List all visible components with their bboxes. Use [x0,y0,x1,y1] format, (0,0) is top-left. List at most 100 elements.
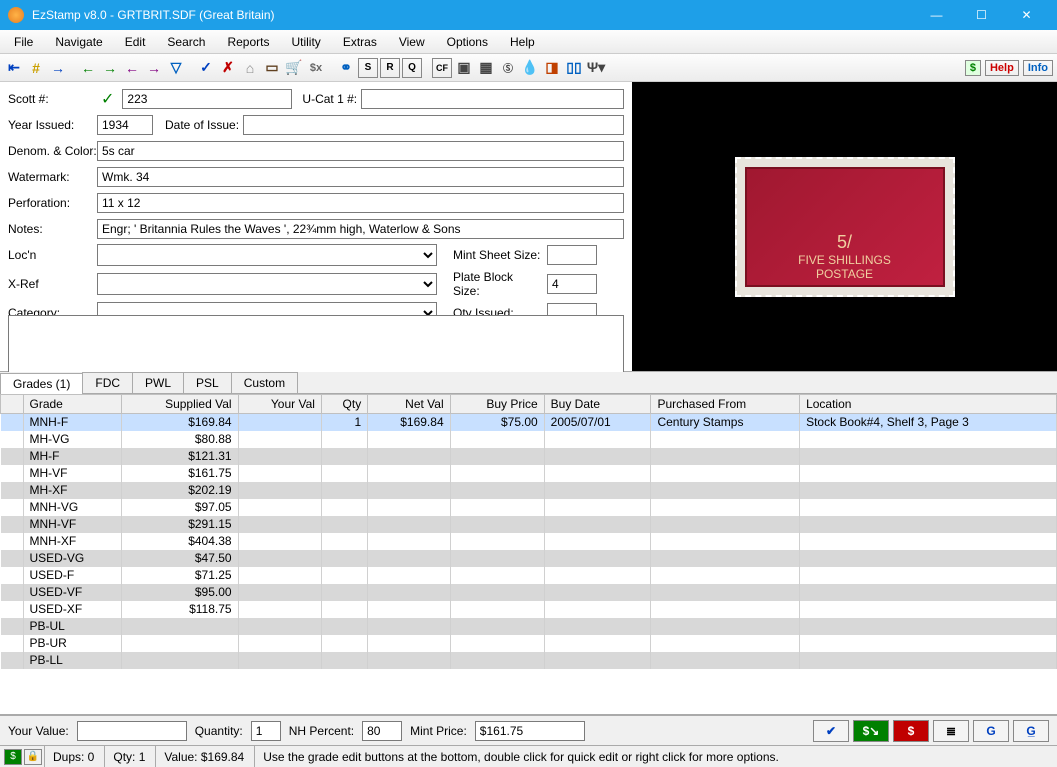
menu-options[interactable]: Options [437,32,498,52]
menu-extras[interactable]: Extras [333,32,387,52]
drop-icon[interactable]: 💧 [520,58,540,78]
stats-icon[interactable]: Ⓢ [498,58,518,78]
add-green-button[interactable]: $↘ [853,720,889,742]
locn-select[interactable] [97,244,437,266]
g2-button[interactable]: G̲ [1013,720,1049,742]
table-row[interactable]: USED-XF$118.75 [1,601,1057,618]
nav-next-purple-icon[interactable]: → [144,58,164,78]
tab-psl[interactable]: PSL [183,372,232,393]
col-buy-price[interactable]: Buy Price [450,395,544,414]
mint-price-input[interactable] [475,721,585,741]
grid-icon[interactable]: ▦ [476,58,496,78]
menu-utility[interactable]: Utility [281,32,330,52]
table-row[interactable]: MNH-VF$291.15 [1,516,1057,533]
minimize-button[interactable]: — [914,0,959,30]
nav-scott-icon[interactable]: # [26,58,46,78]
table-row[interactable]: USED-VG$47.50 [1,550,1057,567]
nav-next-icon[interactable]: → [48,58,68,78]
pbs-input[interactable] [547,274,597,294]
columns-icon[interactable]: ▯▯ [564,58,584,78]
menu-search[interactable]: Search [157,32,215,52]
confirm-button[interactable]: ✔ [813,720,849,742]
dollar-icon[interactable]: $x [306,58,326,78]
table-row[interactable]: PB-LL [1,652,1057,669]
your-value-input[interactable] [77,721,187,741]
denom-input[interactable] [97,141,624,161]
table-row[interactable]: MH-XF$202.19 [1,482,1057,499]
col-grade[interactable]: Grade [23,395,122,414]
ucat-input[interactable] [361,89,624,109]
check-icon[interactable]: ✓ [196,58,216,78]
col-location[interactable]: Location [800,395,1057,414]
delete-icon[interactable]: ✗ [218,58,238,78]
notes-input[interactable] [97,219,624,239]
quantity-input[interactable] [251,721,281,741]
col-your-val[interactable]: Your Val [238,395,321,414]
col-purchased-from[interactable]: Purchased From [651,395,800,414]
col-qty[interactable]: Qty [321,395,367,414]
table-row[interactable]: PB-UL [1,618,1057,635]
r-button-icon[interactable]: R [380,58,400,78]
maximize-button[interactable]: ☐ [959,0,1004,30]
nav-next-green-icon[interactable]: → [100,58,120,78]
tab-pwl[interactable]: PWL [132,372,184,393]
currency-button[interactable]: $ [965,60,981,76]
scott-input[interactable] [122,89,292,109]
menu-reports[interactable]: Reports [217,32,279,52]
table-row[interactable]: MH-VF$161.75 [1,465,1057,482]
col-buy-date[interactable]: Buy Date [544,395,651,414]
status-lock-icon[interactable]: 🔒 [24,749,42,765]
s-button-icon[interactable]: S [358,58,378,78]
close-button[interactable]: ✕ [1004,0,1049,30]
psi-icon[interactable]: Ψ▾ [586,58,606,78]
nav-first-icon[interactable]: ⇤ [4,58,24,78]
table-row[interactable]: $MNH-F$169.841$169.84$75.002005/07/01Cen… [1,414,1057,431]
info-button[interactable]: Info [1023,60,1053,76]
table-row[interactable]: PB-UR [1,635,1057,652]
year-input[interactable] [97,115,153,135]
help-button[interactable]: Help [985,60,1019,76]
nav-prev-purple-icon[interactable]: ← [122,58,142,78]
menu-view[interactable]: View [389,32,435,52]
nav-prev-green-icon[interactable]: ← [78,58,98,78]
menu-edit[interactable]: Edit [115,32,156,52]
col-supplied-val[interactable]: Supplied Val [122,395,238,414]
tab-fdc[interactable]: FDC [82,372,133,393]
nh-percent-input[interactable] [362,721,402,741]
palette-icon[interactable]: ◨ [542,58,562,78]
cf-button-icon[interactable]: CF [432,58,452,78]
table-row[interactable]: MNH-XF$404.38 [1,533,1057,550]
book-icon[interactable]: ▭ [262,58,282,78]
titlebar: EzStamp v8.0 - GRTBRIT.SDF (Great Britai… [0,0,1057,30]
table-row[interactable]: MH-F$121.31 [1,448,1057,465]
wmk-input[interactable] [97,167,624,187]
cart-icon[interactable]: 🛒 [284,58,304,78]
col-net-val[interactable]: Net Val [368,395,450,414]
menu-navigate[interactable]: Navigate [45,32,112,52]
table-row[interactable]: USED-F$71.25 [1,567,1057,584]
tab-grades-1-[interactable]: Grades (1) [0,373,83,394]
tv-icon[interactable]: ▣ [454,58,474,78]
q-button-icon[interactable]: Q [402,58,422,78]
perf-input[interactable] [97,193,624,213]
tab-custom[interactable]: Custom [231,372,298,393]
list-button[interactable]: ≣ [933,720,969,742]
status-dollar-icon[interactable]: $ [4,749,22,765]
table-row[interactable]: MNH-VG$97.05 [1,499,1057,516]
table-row[interactable]: USED-VF$95.00 [1,584,1057,601]
grid-wrap[interactable]: GradeSupplied ValYour ValQtyNet ValBuy P… [0,394,1057,715]
doi-input[interactable] [243,115,624,135]
filter-icon[interactable]: ▽ [166,58,186,78]
tag-icon[interactable]: ⌂ [240,58,260,78]
link-icon[interactable]: ⚭ [336,58,356,78]
memo-textarea[interactable] [8,315,624,379]
remove-red-button[interactable]: $ [893,720,929,742]
status-dups: Dups: 0 [44,746,102,767]
menu-help[interactable]: Help [500,32,545,52]
xref-select[interactable] [97,273,437,295]
table-row[interactable]: MH-VG$80.88 [1,431,1057,448]
menu-file[interactable]: File [4,32,43,52]
g-button[interactable]: G [973,720,1009,742]
xref-label: X-Ref [8,277,93,291]
mss-input[interactable] [547,245,597,265]
